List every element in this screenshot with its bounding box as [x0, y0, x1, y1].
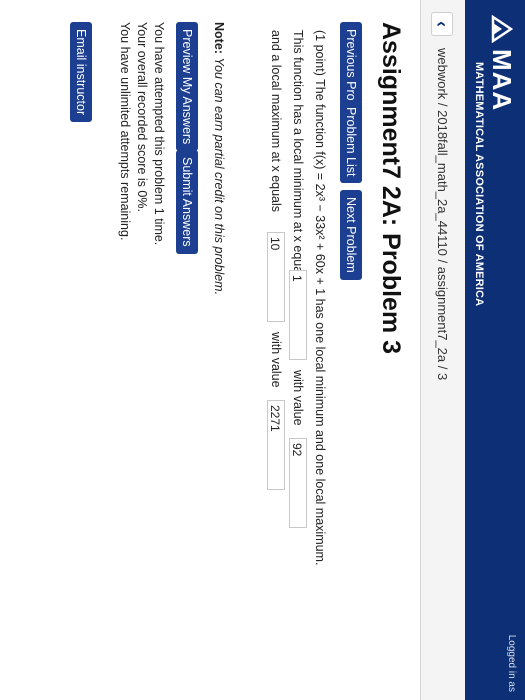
note-text: You can earn partial credit on this prob…	[212, 57, 226, 296]
min-question-text: This function has a local minimum at x e…	[291, 30, 305, 283]
maa-logo[interactable]: MAA	[486, 15, 517, 111]
max-x-input[interactable]: 10	[267, 232, 285, 322]
submit-answers-button[interactable]: Submit Answers	[176, 150, 198, 254]
email-instructor-button[interactable]: Email instructor	[70, 22, 92, 123]
chevron-left-icon[interactable]: ‹	[431, 12, 453, 36]
next-problem-button[interactable]: Next Problem	[340, 190, 362, 280]
site-header: MAA MATHEMATICAL ASSOCIATION OF AMERICA …	[465, 0, 525, 700]
previous-problem-button[interactable]: Previous Problem	[340, 22, 362, 104]
note-label: Note:	[212, 22, 226, 54]
max-with-value-label: with value	[269, 332, 283, 388]
logo-text: MAA	[487, 49, 517, 112]
min-x-input[interactable]: 1	[289, 270, 307, 360]
problem-statement: (1 point) The function f(x) = 2x³ − 33x²…	[313, 30, 327, 566]
breadcrumb-bar: ‹ webwork / 2018fall_math_2a_44110 / ass…	[420, 0, 465, 700]
page-title: Assignment7 2A: Problem 3	[377, 22, 405, 355]
preview-answers-button[interactable]: Preview My Answers	[176, 22, 198, 152]
maa-logo-icon	[491, 15, 513, 43]
org-name: MATHEMATICAL ASSOCIATION OF AMERICA	[473, 62, 485, 307]
partial-credit-note: Note: You can earn partial credit on thi…	[212, 22, 226, 295]
max-value-input[interactable]: 2271	[267, 400, 285, 490]
min-with-value-label: with value	[291, 370, 305, 426]
logged-in-status: Logged in as	[506, 634, 517, 692]
score-text: Your overall recorded score is 0%.	[135, 22, 149, 212]
attempts-text: You have attempted this problem 1 time.	[152, 22, 166, 246]
problem-list-button[interactable]: Problem List	[340, 100, 362, 184]
attempt-status: You have attempted this problem 1 time. …	[116, 22, 167, 245]
breadcrumb[interactable]: webwork / 2018fall_math_2a_44110 / assig…	[435, 48, 450, 380]
remaining-text: You have unlimited attempts remaining.	[118, 22, 132, 241]
browser-screen: MAA MATHEMATICAL ASSOCIATION OF AMERICA …	[0, 0, 525, 700]
max-question-text: and a local maximum at x equals	[269, 30, 283, 213]
min-value-input[interactable]: 92	[289, 438, 307, 528]
